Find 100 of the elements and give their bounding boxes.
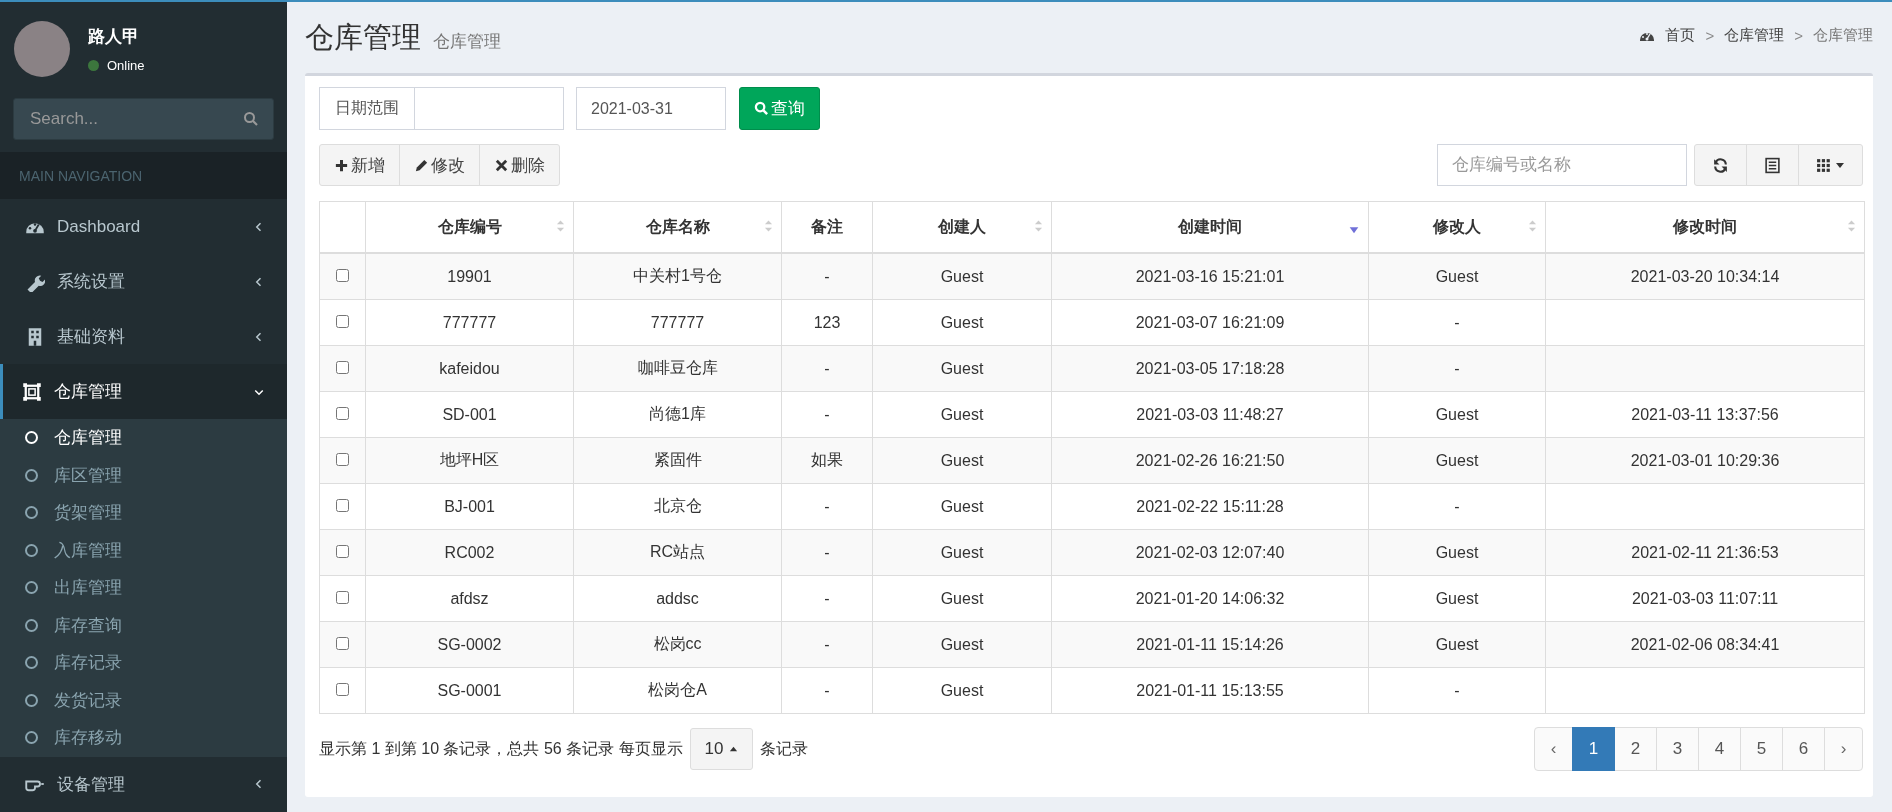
table-cell: 中关村1号仓 [633,267,722,284]
page-link[interactable]: 5 [1740,727,1783,771]
table-cell: - [1454,497,1460,515]
table-cell: Guest [940,681,984,699]
sidebar-item[interactable]: 设备管理 [0,756,287,812]
pagination-summary: 显示第 1 到第 10 条记录，总共 56 条记录 每页显示 [319,738,683,759]
table-cell: SG-0002 [437,635,502,653]
sidebar-item[interactable]: 系统设置 [0,254,287,309]
circle-icon [25,581,38,595]
page-size-dropdown[interactable]: 10 [689,728,753,770]
circle-icon [25,693,38,707]
toggle-view-button[interactable] [1746,144,1799,186]
table-cell: BJ-001 [444,497,495,515]
table-cell: 2021-01-20 14:06:32 [1135,589,1285,607]
submenu-item[interactable]: 库存查询 [0,606,287,644]
table-cell: 2021-03-03 11:48:27 [1136,405,1284,423]
breadcrumb-link[interactable]: 仓库管理 [1724,26,1785,45]
row-checkbox[interactable] [336,498,349,512]
table-cell: 咖啡豆仓库 [637,359,718,376]
table-cell: - [1454,681,1460,699]
page-link[interactable]: 1 [1572,727,1615,771]
table-cell: 尚德1库 [649,405,706,422]
previous-page-link[interactable]: ‹ [1534,727,1573,771]
table-cell: 2021-02-26 16:21:50 [1135,451,1285,469]
sidebar-item[interactable]: 基础资料 [0,309,287,364]
table-cell: - [824,635,830,653]
submenu-item[interactable]: 库存移动 [0,719,287,757]
table-cell: - [824,405,830,423]
submenu-item[interactable]: 仓库管理 [0,419,287,457]
breadcrumb-current: 仓库管理 [1813,26,1873,45]
breadcrumb-link[interactable]: 首页 [1665,26,1696,45]
column-header[interactable]: 仓库名称 [645,217,710,235]
table-cell: RC002 [444,543,495,561]
row-checkbox[interactable] [336,268,349,282]
row-checkbox[interactable] [336,314,349,328]
table-cell: 777777 [442,313,497,331]
table-cell: - [824,543,830,561]
row-checkbox[interactable] [336,406,349,420]
table-cell: 松岗cc [653,635,702,652]
submenu-item[interactable]: 出库管理 [0,569,287,607]
circle-icon [25,618,38,632]
sidebar-item[interactable]: Dashboard [0,199,287,254]
column-header[interactable]: 创建时间 [1178,217,1242,235]
avatar [14,21,70,77]
table-cell: - [824,681,830,699]
table-cell: 北京仓 [653,497,702,514]
table-cell: 2021-01-11 15:13:55 [1136,681,1284,699]
column-header[interactable]: 修改人 [1433,217,1481,235]
table-cell: RC站点 [649,543,706,560]
date-from-field[interactable] [415,87,564,130]
crop-frame-icon [22,381,42,402]
submenu-item[interactable]: 库区管理 [0,456,287,494]
table-search-field[interactable]: 仓库编号或名称 [1437,144,1687,186]
refresh-button[interactable] [1694,144,1747,186]
row-checkbox[interactable] [336,682,349,696]
table-cell: SD-001 [442,405,497,423]
toolbar-button[interactable]: 删除 [479,144,560,186]
user-status: Online [107,58,145,73]
columns-button[interactable] [1798,144,1863,186]
table-cell: 2021-03-20 10:34:14 [1630,267,1780,285]
toolbar-button[interactable]: 修改 [399,144,480,186]
table-cell: 松岗仓A [648,681,707,698]
row-checkbox[interactable] [336,544,349,558]
toolbar-button[interactable]: 新增 [319,144,400,186]
row-checkbox[interactable] [336,360,349,374]
table-cell: SG-0001 [437,681,502,699]
submenu-item[interactable]: 货架管理 [0,494,287,532]
section-header: MAIN NAVIGATION [0,152,287,199]
page-link[interactable]: 6 [1782,727,1825,771]
sidebar-item[interactable]: 仓库管理 [0,364,287,419]
page-link[interactable]: 4 [1698,727,1741,771]
date-to-field[interactable]: 2021-03-31 [576,87,726,130]
caret-down-icon [1835,160,1845,170]
submenu-item[interactable]: 发货记录 [0,681,287,719]
row-checkbox[interactable] [336,636,349,650]
submenu-item[interactable]: 入库管理 [0,531,287,569]
row-checkbox[interactable] [336,590,349,604]
circle-icon [25,431,38,445]
submenu-item[interactable]: 库存记录 [0,644,287,682]
pagination-suffix: 条记录 [759,738,808,759]
table-cell: - [824,267,830,285]
column-header[interactable]: 备注 [811,217,843,235]
table-cell: 2021-03-11 13:37:56 [1631,405,1779,423]
search-icon [243,111,259,127]
page-link[interactable]: 2 [1614,727,1657,771]
column-header[interactable]: 修改时间 [1673,217,1737,235]
table-cell: 19901 [447,267,492,285]
table-cell: 2021-02-03 12:07:40 [1135,543,1285,561]
row-checkbox[interactable] [336,452,349,466]
table-cell: 123 [813,313,841,331]
table-cell: addsc [656,589,699,607]
breadcrumb-separator: > [1705,27,1715,44]
column-header[interactable]: 创建人 [938,217,986,235]
sidebar-search-field[interactable]: Search... [13,98,274,140]
table-cell: 777777 [650,313,705,331]
date-range-label: 日期范围 [319,87,415,130]
column-header[interactable]: 仓库编号 [437,217,502,235]
page-link[interactable]: 3 [1656,727,1699,771]
next-page-link[interactable]: › [1824,727,1863,771]
list-icon [1764,156,1781,174]
